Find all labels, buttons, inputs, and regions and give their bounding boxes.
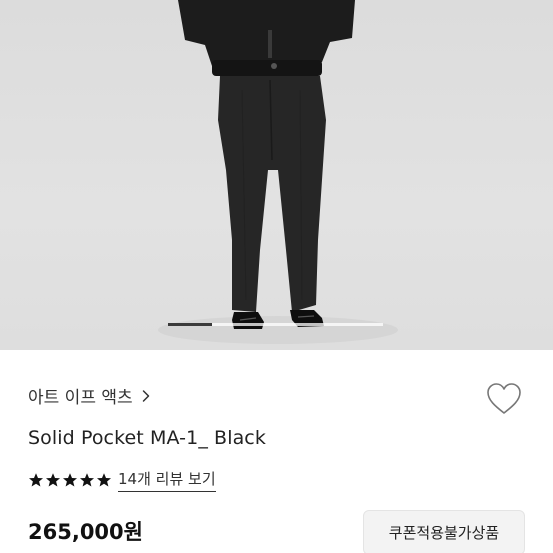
star-icon [97, 473, 111, 487]
star-icon [80, 473, 94, 487]
product-image[interactable] [0, 0, 553, 350]
carousel-progress-indicator [168, 323, 212, 326]
star-icon [29, 473, 43, 487]
chevron-right-icon [142, 389, 149, 402]
star-rating [28, 472, 112, 488]
product-price: 265,000원 [28, 520, 143, 544]
rating-summary: 14개 리뷰 보기 [28, 468, 216, 492]
review-link[interactable]: 14개 리뷰 보기 [118, 468, 216, 492]
star-icon [63, 473, 77, 487]
product-photo-illustration [158, 0, 398, 344]
product-title: Solid Pocket MA-1_ Black [28, 427, 266, 449]
brand-link[interactable]: 아트 이프 액츠 [28, 383, 153, 408]
star-icon [46, 473, 60, 487]
brand-name: 아트 이프 액츠 [28, 388, 133, 408]
coupon-unavailable-button[interactable]: 쿠폰적용불가상품 [363, 510, 525, 553]
wishlist-button[interactable] [485, 381, 523, 417]
heart-outline-icon [487, 383, 521, 414]
